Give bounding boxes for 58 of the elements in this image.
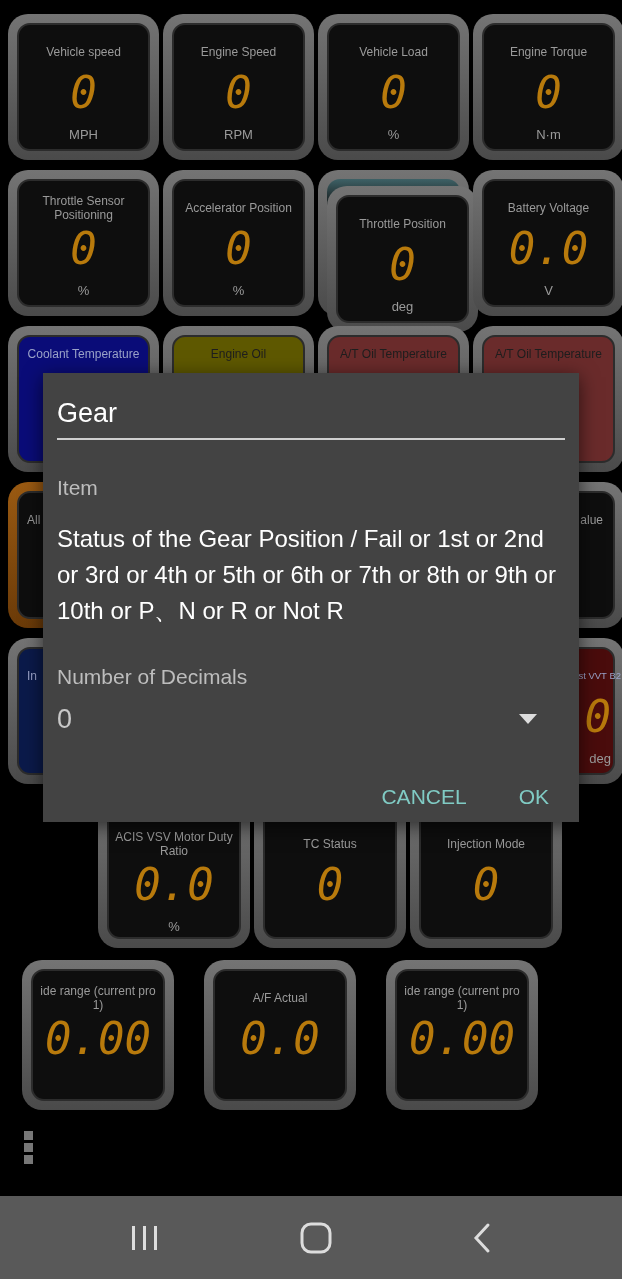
gauge-value: 0 (316, 861, 344, 909)
gauge-title: Coolant Temperature (27, 346, 140, 363)
gauge-unit: % (232, 282, 245, 300)
gauge-unit: % (77, 282, 90, 300)
gauge-title: ide range (current pro 1) (39, 983, 157, 1014)
gauge-unit: % (387, 126, 400, 144)
dropdown-caret-icon[interactable] (519, 713, 537, 724)
gauge-title: Engine Oil (210, 346, 267, 363)
gauge-title: A/F Actual (252, 990, 308, 1007)
gauge-value: 0 (535, 69, 562, 117)
gauge-value: 0 (380, 69, 407, 117)
more-options-icon[interactable] (23, 1130, 35, 1166)
gauge-title: ACIS VSV Motor Duty Ratio (114, 829, 234, 860)
gauge-title: Throttle Position (359, 216, 446, 233)
gauge-title: Vehicle Load (359, 44, 428, 61)
gauge-title: Engine Speed (200, 44, 277, 61)
gauge-value: 0.00 (409, 1015, 515, 1063)
gauge-title: Injection Mode (446, 836, 525, 853)
back-icon[interactable] (472, 1221, 492, 1254)
cancel-button[interactable]: CANCEL (365, 775, 483, 819)
gauge-value: 0 (584, 693, 611, 741)
gauge-unit: MPH (69, 126, 98, 144)
gauge-unit: N·m (536, 126, 561, 144)
gauge-title: TC Status (303, 836, 357, 853)
gauge-title: Engine Torque (509, 44, 588, 61)
gauge-value: 0 (70, 225, 97, 273)
gauge-value: 0 (225, 69, 252, 117)
gauge-value: 0 (389, 241, 416, 289)
gauge-value: 0.00 (45, 1015, 151, 1063)
gauge-title: Accelerator Position (185, 200, 292, 217)
ok-button[interactable]: OK (502, 775, 565, 819)
recent-apps-icon[interactable] (130, 1223, 160, 1252)
title-input[interactable]: Gear (57, 393, 565, 440)
item-description: Status of the Gear Position / Fail or 1st or 2nd or 3rd or 4th or 5th or 6th or 7th or 8th or 9th or 10th or P、N or R or Not R (57, 524, 557, 626)
gauge-title: All (27, 512, 41, 529)
gauge-title: alue (580, 512, 603, 529)
gauge-title: In (27, 668, 37, 685)
gauge-value: 0.0 (134, 861, 214, 909)
gauge-value: 0 (225, 225, 252, 273)
gauge-title: A/T Oil Temperature (495, 346, 602, 363)
decimals-dropdown[interactable]: 0 (57, 698, 73, 739)
gauge-title: A/T Oil Temperature (340, 346, 447, 363)
gauge-value: 0.0 (240, 1015, 320, 1063)
gauge-title: Battery Voltage (507, 200, 590, 217)
decimals-label: Number of Decimals (57, 664, 249, 690)
gauge-value: 0.0 (508, 225, 589, 273)
gauge-value: 0 (472, 861, 500, 909)
gauge-value: 0 (70, 69, 97, 117)
gauge-unit: % (168, 918, 180, 936)
home-icon[interactable] (300, 1221, 332, 1254)
gauge-title: ide range (current pro 1) (403, 983, 521, 1014)
gauge-title: Vehicle speed (46, 44, 121, 61)
gauge-unit: RPM (224, 126, 253, 144)
gauge-title: Throttle Sensor Positioning (41, 193, 126, 224)
gauge-unit: V (544, 282, 553, 300)
gauge-unit: deg (391, 298, 414, 316)
item-label: Item (57, 474, 99, 501)
gauge-unit: deg (589, 750, 611, 768)
